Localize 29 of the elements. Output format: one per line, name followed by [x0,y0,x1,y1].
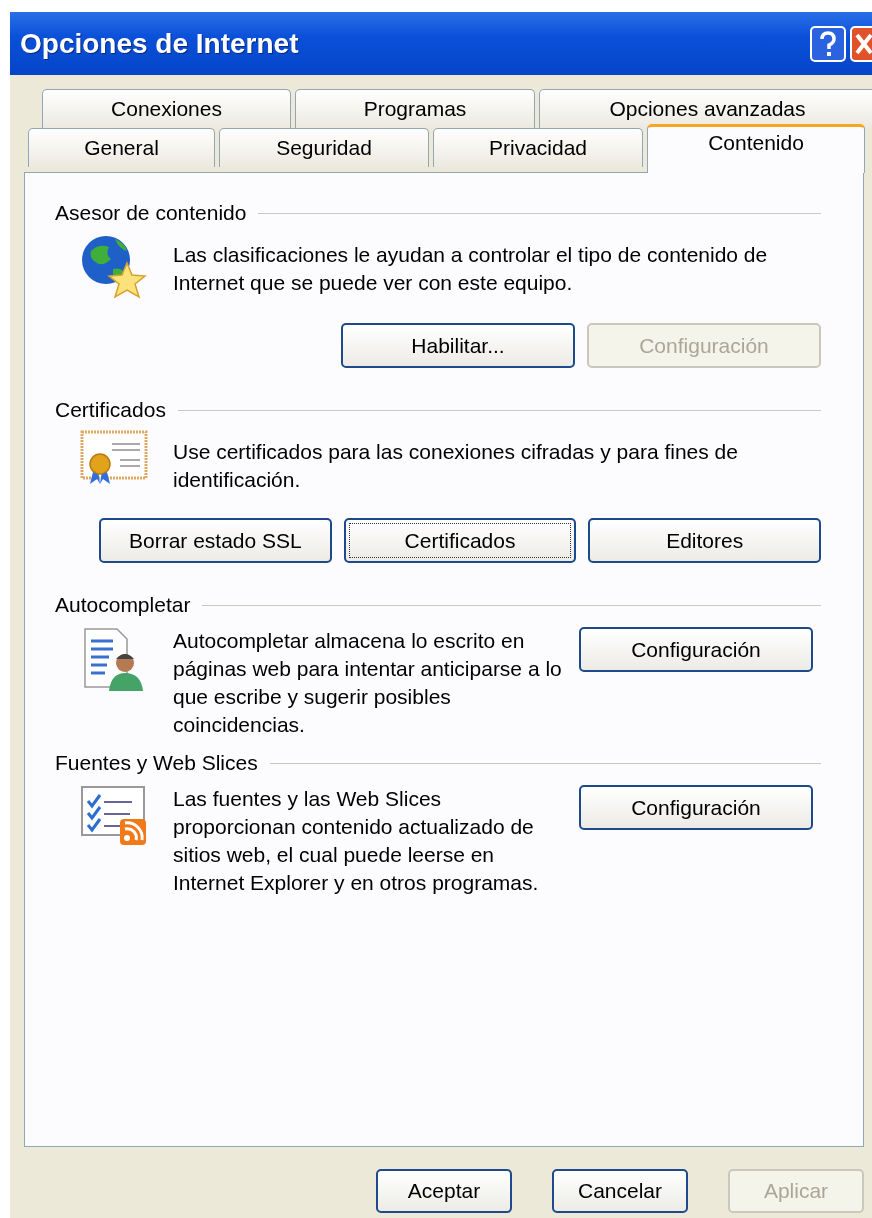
close-icon[interactable] [850,25,872,62]
description-text: Use certificados para las conexiones cifradas y para fines de identificación. [173,439,739,493]
button[interactable]: Aceptar [376,1169,512,1213]
section-title: Certificados [55,398,166,422]
checklist-feed-icon [80,785,148,847]
tab[interactable]: Contenido [647,124,865,173]
button[interactable]: Editores [588,518,821,563]
button[interactable]: Borrar estado SSL [99,518,332,563]
tab[interactable]: Programas [295,89,535,128]
button[interactable]: Habilitar... [341,323,575,368]
section-title: Asesor de contenido [55,201,247,225]
certificate-icon [80,430,148,486]
section-title: Fuentes y Web Slices [55,751,258,775]
document-person-icon [83,627,145,693]
window-title: Opciones de Internet [20,27,299,60]
section-title: Autocompletar [55,593,191,617]
button[interactable]: Configuración [579,785,813,830]
description-text: Las clasificaciones le ayudan a controlar el tipo de contenido de Internet que se puede ver con este equipo. [173,242,769,296]
button[interactable]: Configuración [579,627,813,672]
button[interactable]: Certificados [343,518,577,563]
button[interactable]: Cancelar [552,1169,688,1213]
tab[interactable]: Seguridad [219,128,429,167]
tab[interactable]: Conexiones [42,89,291,128]
help-icon[interactable] [810,25,846,62]
description-text: Las fuentes y las Web Slices proporcionan contenido actualizado de sitios web, el cual puede leerse en Internet Explorer y en otros programas. [173,786,540,896]
description-text: Autocompletar almacena lo escrito en páginas web para intentar anticiparse a lo que escribe y sugerir posibles coincidencias. [173,628,563,738]
tab[interactable]: Opciones avanzadas [539,89,872,128]
tab[interactable]: General [28,128,215,167]
tab[interactable]: Privacidad [433,128,643,167]
